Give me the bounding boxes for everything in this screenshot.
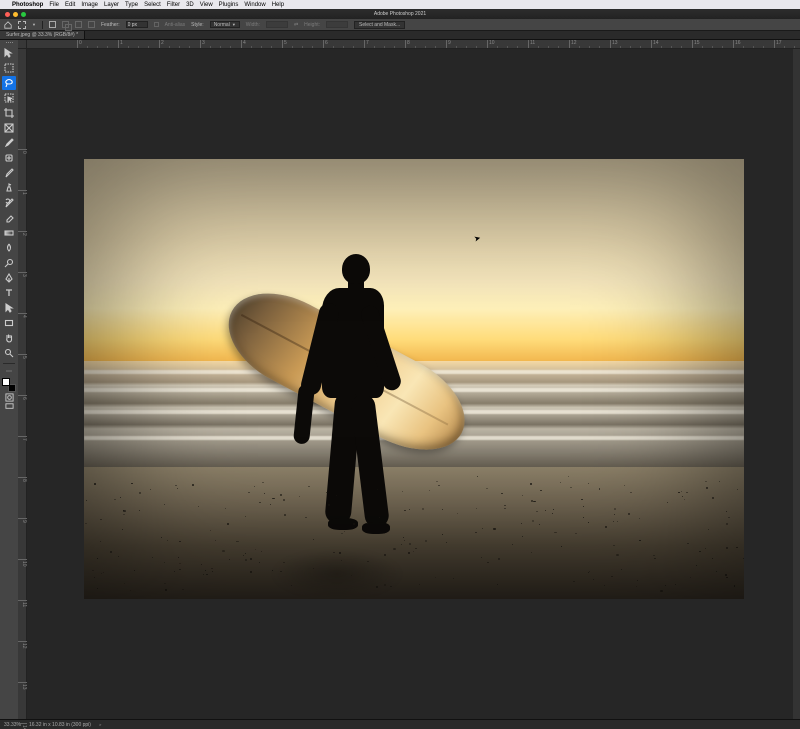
menu-edit[interactable]: Edit — [65, 2, 75, 8]
eyedropper-tool[interactable] — [2, 136, 16, 150]
selection-mode-subtract-icon[interactable] — [75, 21, 82, 28]
brush-tool[interactable] — [2, 166, 16, 180]
menu-3d[interactable]: 3D — [186, 2, 194, 8]
edit-toolbar-icon[interactable]: ⋯ — [2, 367, 16, 375]
feather-input[interactable] — [126, 21, 148, 28]
zoom-window-button[interactable] — [21, 12, 26, 17]
color-swatches[interactable] — [2, 378, 16, 392]
feather-label: Feather: — [101, 22, 120, 28]
image-beach — [84, 467, 744, 599]
type-tool[interactable] — [2, 286, 16, 300]
quick-mask-icon[interactable] — [2, 393, 16, 401]
height-label: Height: — [304, 22, 320, 28]
selection-mode-add-icon[interactable] — [62, 21, 69, 28]
menu-image[interactable]: Image — [81, 2, 98, 8]
object-selection-tool[interactable] — [2, 91, 16, 105]
panel-grip-icon[interactable] — [1, 42, 17, 45]
menu-window[interactable]: Window — [244, 2, 265, 8]
style-label: Style: — [191, 22, 204, 28]
window-title: Adobe Photoshop 2021 — [374, 11, 426, 17]
swap-dims-icon: ⇄ — [294, 22, 298, 28]
dodge-tool[interactable] — [2, 256, 16, 270]
hand-tool[interactable] — [2, 331, 16, 345]
horizontal-ruler[interactable]: 01234567891011121314151617 — [18, 40, 800, 49]
menu-view[interactable]: View — [200, 2, 213, 8]
document-tabs: Surfer.jpeg @ 33.3% (RGB/8#) * — [0, 31, 800, 40]
height-input — [326, 21, 348, 28]
selection-mode-intersect-icon[interactable] — [88, 21, 95, 28]
vertical-ruler[interactable]: 01234567891011121314 — [18, 49, 27, 719]
status-flyout-icon[interactable]: > — [99, 722, 101, 727]
antialias-checkbox[interactable] — [154, 22, 159, 27]
macos-menu-bar: Photoshop File Edit Image Layer Type Sel… — [0, 0, 800, 9]
minimize-window-button[interactable] — [13, 12, 18, 17]
menu-file[interactable]: File — [49, 2, 59, 8]
gradient-tool[interactable] — [2, 226, 16, 240]
selection-mode-new-icon[interactable] — [49, 21, 56, 28]
menu-layer[interactable]: Layer — [104, 2, 119, 8]
crop-tool[interactable] — [2, 106, 16, 120]
path-selection-tool[interactable] — [2, 301, 16, 315]
move-tool[interactable] — [2, 46, 16, 60]
frame-tool[interactable] — [2, 121, 16, 135]
document-info[interactable]: 16.32 in x 10.83 in (300 ppi) — [29, 722, 91, 728]
eraser-tool[interactable] — [2, 211, 16, 225]
select-and-mask-button[interactable]: Select and Mask... — [354, 21, 405, 29]
app-menu[interactable]: Photoshop — [12, 2, 43, 8]
marquee-tool[interactable] — [2, 61, 16, 75]
lasso-tool-icon[interactable] — [18, 21, 26, 29]
antialias-label: Anti-alias — [165, 22, 186, 28]
divider — [3, 363, 15, 364]
status-bar: 33.33% 16.32 in x 10.83 in (300 ppi) > — [0, 719, 800, 729]
window-title-bar: Adobe Photoshop 2021 — [0, 9, 800, 19]
foreground-color-swatch[interactable] — [2, 378, 10, 386]
rectangle-tool[interactable] — [2, 316, 16, 330]
window-controls — [5, 12, 26, 17]
spot-healing-tool[interactable] — [2, 151, 16, 165]
menu-plugins[interactable]: Plugins — [219, 2, 239, 8]
document-tab-active[interactable]: Surfer.jpeg @ 33.3% (RGB/8#) * — [0, 31, 85, 39]
pen-tool[interactable] — [2, 271, 16, 285]
width-input — [266, 21, 288, 28]
options-bar: ▼ Feather: Anti-alias Style: Normal▼ Wid… — [0, 19, 800, 31]
canvas-area: 01234567891011121314151617 0123456789101… — [18, 40, 800, 719]
blur-tool[interactable] — [2, 241, 16, 255]
document-image[interactable]: ➤ — [84, 159, 744, 599]
home-icon[interactable] — [4, 21, 12, 29]
tools-panel: ⋯ — [0, 40, 18, 719]
close-window-button[interactable] — [5, 12, 10, 17]
width-label: Width: — [246, 22, 260, 28]
cursor-icon: ➤ — [472, 233, 481, 243]
zoom-tool[interactable] — [2, 346, 16, 360]
lasso-tool[interactable] — [2, 76, 16, 90]
history-brush-tool[interactable] — [2, 196, 16, 210]
menu-select[interactable]: Select — [144, 2, 161, 8]
clone-stamp-tool[interactable] — [2, 181, 16, 195]
menu-type[interactable]: Type — [125, 2, 138, 8]
style-dropdown[interactable]: Normal▼ — [210, 21, 240, 28]
canvas-stage[interactable]: ➤ — [27, 49, 800, 719]
menu-help[interactable]: Help — [272, 2, 284, 8]
vertical-scrollbar[interactable] — [793, 49, 800, 719]
image-surfer-silhouette — [254, 254, 414, 574]
tool-preset-dropdown-icon[interactable]: ▼ — [32, 22, 36, 27]
menu-filter[interactable]: Filter — [167, 2, 180, 8]
screen-mode-icon[interactable] — [2, 402, 16, 410]
